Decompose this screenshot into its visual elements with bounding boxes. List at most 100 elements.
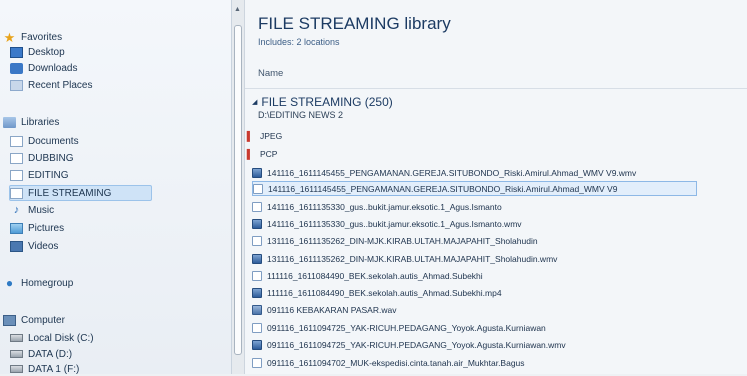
nav-label: Music — [28, 204, 55, 216]
scroll-thumb[interactable] — [234, 25, 242, 355]
nav-label: EDITING — [28, 169, 69, 181]
nav-documents[interactable]: Documents — [10, 134, 79, 148]
list-item[interactable]: 091116 KEBAKARAN PASAR.wav — [252, 302, 396, 317]
list-item[interactable]: 141116_1611145455_PENGAMANAN.GEREJA.SITU… — [252, 165, 636, 180]
nav-file-streaming[interactable]: FILE STREAMING — [9, 185, 153, 201]
list-item[interactable]: 131116_1611135262_DIN-MJK.KIRAB.ULTAH.MA… — [252, 233, 538, 248]
list-item[interactable]: 111116_1611084490_BEK.sekolah.autis_Ahma… — [252, 268, 483, 283]
nav-desktop[interactable]: Desktop — [10, 45, 65, 59]
library-title: FILE STREAMING library — [258, 14, 451, 33]
nav-label: Videos — [28, 240, 59, 252]
file-name: 091116 KEBAKARAN PASAR.wav — [267, 304, 397, 315]
file-name: 141116_1611145455_PENGAMANAN.GEREJA.SITU… — [268, 183, 618, 194]
homegroup-icon: ● — [5, 275, 14, 290]
libraries-icon — [3, 116, 16, 128]
list-item[interactable]: 091116_1611094725_YAK-RICUH.PEDAGANG_Yoy… — [252, 320, 546, 335]
nav-data-d[interactable]: DATA (D:) — [10, 347, 72, 361]
library-folder-icon — [10, 152, 23, 164]
nav-dubbing[interactable]: DUBBING — [10, 151, 74, 165]
list-item[interactable]: ▌ JPEG — [245, 128, 282, 143]
navigation-scrollbar[interactable]: ▲ — [232, 0, 245, 374]
file-name: 131116_1611135262_DIN-MJK.KIRAB.ULTAH.MA… — [267, 235, 538, 246]
nav-music[interactable]: ♪ Music — [10, 203, 54, 217]
music-note-icon: ♪ — [13, 203, 20, 216]
folder-icon: ▌ — [246, 130, 254, 141]
nav-label: Libraries — [21, 116, 60, 128]
nav-libraries[interactable]: Libraries — [3, 115, 59, 129]
desktop-icon — [10, 46, 23, 58]
recent-places-icon — [10, 79, 23, 91]
nav-label: Computer — [21, 314, 65, 326]
file-name: 111116_1611084490_BEK.sekolah.autis_Ahma… — [267, 270, 483, 281]
group-title: FILE STREAMING (250) — [261, 95, 393, 109]
nav-label: DATA (D:) — [28, 348, 73, 360]
drive-icon — [10, 350, 23, 358]
file-name: 131116_1611135262_DIN-MJK.KIRAB.ULTAH.MA… — [267, 253, 558, 264]
nav-videos[interactable]: Videos — [10, 239, 58, 253]
drive-icon — [10, 334, 23, 342]
scroll-up-icon[interactable]: ▲ — [234, 6, 241, 13]
file-name: 091116_1611094725_YAK-RICUH.PEDAGANG_Yoy… — [267, 322, 546, 333]
nav-label: Local Disk (C:) — [28, 332, 94, 344]
video-project-icon — [252, 270, 262, 281]
file-name: JPEG — [260, 130, 283, 141]
audio-file-icon — [252, 304, 262, 315]
column-header-name[interactable]: Name — [258, 68, 283, 79]
list-item[interactable]: 111116_1611084490_BEK.sekolah.autis_Ahma… — [252, 285, 502, 300]
group-header[interactable]: ◢ FILE STREAMING (250) — [252, 95, 393, 109]
list-item[interactable]: 141116_1611145455_PENGAMANAN.GEREJA.SITU… — [252, 181, 697, 196]
nav-label: DATA 1 (F:) — [28, 363, 80, 375]
video-project-icon — [252, 357, 262, 368]
folder-icon: ▌ — [246, 148, 254, 159]
pictures-icon — [10, 222, 23, 234]
nav-favorites[interactable]: ★ Favorites — [3, 30, 62, 44]
nav-editing[interactable]: EDITING — [10, 168, 69, 182]
file-name: 141116_1611135330_gus..bukit.jamur.eksot… — [267, 218, 522, 229]
video-file-icon — [252, 167, 262, 178]
nav-label: FILE STREAMING — [28, 187, 112, 199]
star-icon: ★ — [3, 29, 16, 45]
nav-computer[interactable]: Computer — [3, 313, 65, 327]
file-name: 141116_1611135330_gus..bukit.jamur.eksot… — [267, 201, 502, 212]
list-item[interactable]: 131116_1611135262_DIN-MJK.KIRAB.ULTAH.MA… — [252, 251, 557, 266]
header-divider — [245, 88, 747, 89]
video-project-icon — [252, 322, 262, 333]
nav-label: Recent Places — [28, 79, 93, 91]
nav-pictures[interactable]: Pictures — [10, 221, 64, 235]
downloads-icon — [10, 62, 23, 74]
video-project-icon — [252, 201, 262, 212]
video-project-icon — [252, 235, 262, 246]
nav-label: Favorites — [21, 31, 63, 43]
group-path: D:\EDITING NEWS 2 — [258, 110, 344, 120]
nav-label: Pictures — [28, 222, 65, 234]
nav-recent-places[interactable]: Recent Places — [10, 78, 92, 92]
nav-label: Downloads — [28, 62, 78, 74]
list-item[interactable]: 091116_1611094725_YAK-RICUH.PEDAGANG_Yoy… — [252, 337, 566, 352]
computer-icon — [3, 314, 16, 326]
video-file-icon — [252, 218, 262, 229]
video-file-icon — [252, 287, 262, 298]
file-name: 091116_1611094725_YAK-RICUH.PEDAGANG_Yoy… — [267, 339, 566, 350]
library-locations-link[interactable]: Includes: 2 locations — [258, 37, 340, 47]
file-name: PCP — [260, 148, 278, 159]
file-name: 091116_1611094702_MUK-ekspedisi.cinta.ta… — [267, 357, 525, 368]
file-list-pane: FILE STREAMING library Includes: 2 locat… — [245, 0, 747, 374]
list-item[interactable]: 141116_1611135330_gus..bukit.jamur.eksot… — [252, 216, 522, 231]
collapse-arrow-icon[interactable]: ◢ — [252, 98, 257, 106]
nav-homegroup[interactable]: ● Homegroup — [3, 276, 73, 290]
library-folder-icon — [10, 169, 23, 181]
video-file-icon — [252, 253, 262, 264]
list-item[interactable]: 091116_1611094702_MUK-ekspedisi.cinta.ta… — [252, 355, 525, 370]
videos-icon — [10, 240, 23, 252]
documents-icon — [10, 135, 23, 147]
list-item[interactable]: ▌ PCP — [245, 146, 278, 161]
nav-downloads[interactable]: Downloads — [10, 61, 77, 75]
drive-icon — [10, 365, 23, 373]
library-folder-icon — [10, 187, 23, 199]
nav-local-disk[interactable]: Local Disk (C:) — [10, 331, 94, 345]
video-project-icon — [253, 183, 263, 194]
file-name: 141116_1611145455_PENGAMANAN.GEREJA.SITU… — [267, 167, 637, 178]
nav-label: Desktop — [28, 46, 65, 58]
list-item[interactable]: 141116_1611135330_gus..bukit.jamur.eksot… — [252, 199, 502, 214]
file-name: 111116_1611084490_BEK.sekolah.autis_Ahma… — [267, 287, 502, 298]
